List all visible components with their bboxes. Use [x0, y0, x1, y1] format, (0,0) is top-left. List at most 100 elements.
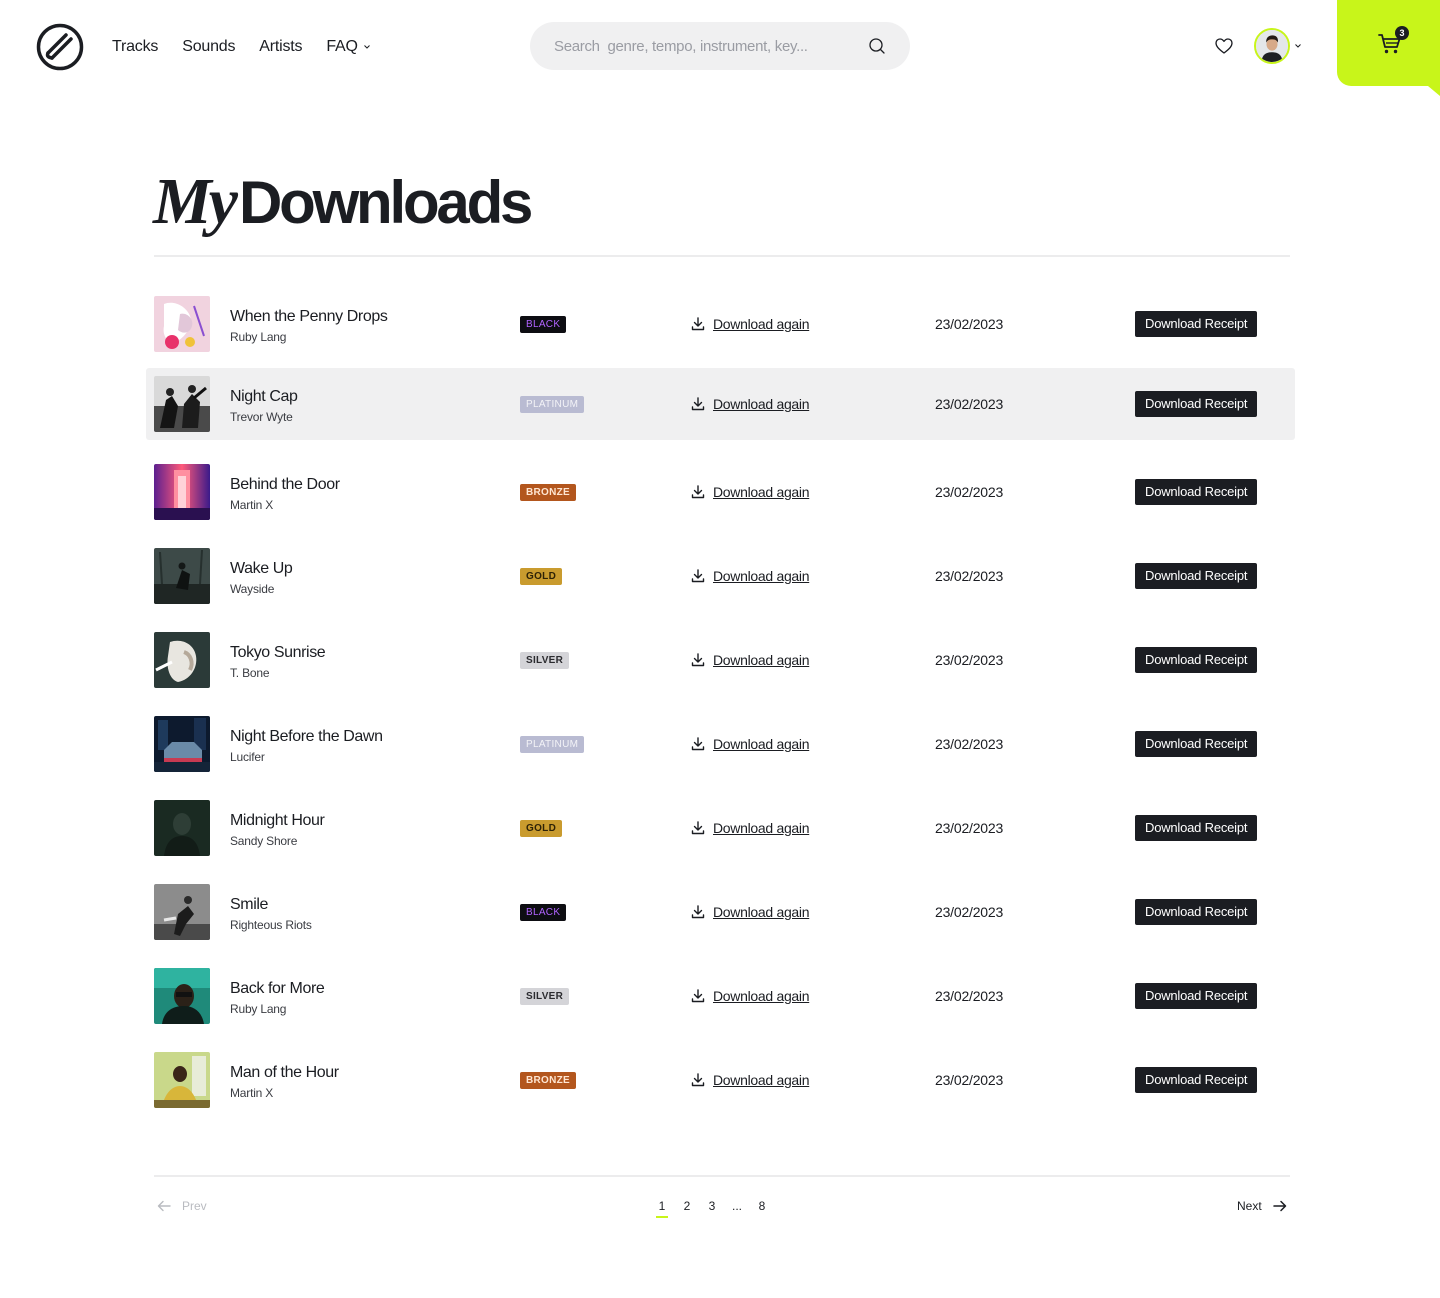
download-again-link[interactable]: Download again [690, 316, 810, 332]
track-title[interactable]: When the Penny Drops [230, 308, 388, 326]
download-receipt-button[interactable]: Download Receipt [1135, 647, 1258, 673]
track-title[interactable]: Night Cap [230, 388, 298, 406]
track-title[interactable]: Behind the Door [230, 476, 340, 494]
page-ellipsis: ... [731, 1199, 742, 1213]
download-again-link[interactable]: Download again [690, 820, 810, 836]
cover-art[interactable] [154, 632, 210, 688]
purchase-date: 23/02/2023 [935, 568, 1004, 584]
track-artist[interactable]: Ruby Lang [230, 1002, 286, 1016]
track-artist[interactable]: Righteous Riots [230, 918, 312, 932]
page-8[interactable]: 8 [756, 1198, 768, 1218]
next-page-button[interactable]: Next [1237, 1198, 1288, 1214]
download-receipt-button[interactable]: Download Receipt [1135, 899, 1258, 925]
track-artist[interactable]: Martin X [230, 498, 273, 512]
track-title[interactable]: Back for More [230, 980, 325, 998]
download-icon [691, 397, 705, 411]
download-icon [691, 653, 705, 667]
cover-art-image [154, 464, 210, 520]
download-again-label: Download again [713, 988, 810, 1004]
cover-art[interactable] [154, 800, 210, 856]
download-receipt-button[interactable]: Download Receipt [1135, 983, 1258, 1009]
nav-sounds[interactable]: Sounds [182, 37, 235, 57]
license-tier-badge: BRONZE [520, 484, 577, 501]
download-again-link[interactable]: Download again [690, 484, 810, 500]
track-title[interactable]: Night Before the Dawn [230, 728, 383, 746]
chevron-down-icon [1295, 44, 1301, 48]
track-artist[interactable]: Lucifer [230, 750, 265, 764]
download-again-link[interactable]: Download again [690, 396, 810, 412]
download-icon [691, 317, 705, 331]
cover-art[interactable] [154, 464, 210, 520]
track-artist[interactable]: Wayside [230, 582, 274, 596]
track-artist[interactable]: Ruby Lang [230, 330, 286, 344]
purchase-date: 23/02/2023 [935, 988, 1004, 1004]
track-artist[interactable]: Sandy Shore [230, 834, 297, 848]
user-menu[interactable] [1254, 28, 1302, 64]
cover-art-image [154, 716, 210, 772]
prev-page-button[interactable]: Prev [156, 1198, 207, 1214]
cover-art[interactable] [154, 884, 210, 940]
table-row: Midnight Hour Sandy Shore GOLD Download … [146, 792, 1295, 876]
download-again-label: Download again [713, 484, 810, 500]
table-row: Behind the Door Martin X BRONZE Download… [146, 456, 1295, 540]
track-artist[interactable]: Martin X [230, 1086, 273, 1100]
table-row: Wake Up Wayside GOLD Download again 23/0… [146, 540, 1295, 624]
cart-button[interactable]: 3 [1337, 0, 1440, 86]
track-title[interactable]: Man of the Hour [230, 1064, 339, 1082]
cover-art[interactable] [154, 376, 210, 432]
nav-artists[interactable]: Artists [259, 37, 302, 57]
download-again-label: Download again [713, 652, 810, 668]
download-again-link[interactable]: Download again [690, 568, 810, 584]
brand-logo[interactable] [36, 23, 84, 71]
table-row: Man of the Hour Martin X BRONZE Download… [146, 1044, 1295, 1128]
heart-icon[interactable] [1214, 37, 1234, 55]
search-icon[interactable] [868, 37, 886, 55]
download-again-link[interactable]: Download again [690, 904, 810, 920]
cover-art[interactable] [154, 1052, 210, 1108]
download-receipt-button[interactable]: Download Receipt [1135, 563, 1258, 589]
download-again-label: Download again [713, 820, 810, 836]
download-icon [691, 485, 705, 499]
cover-art[interactable] [154, 548, 210, 604]
track-title[interactable]: Smile [230, 896, 268, 914]
cover-art-image [154, 376, 210, 432]
download-again-label: Download again [713, 568, 810, 584]
page-3[interactable]: 3 [706, 1198, 718, 1218]
cover-art[interactable] [154, 968, 210, 1024]
table-row: Smile Righteous Riots BLACK Download aga… [146, 876, 1295, 960]
download-icon [691, 737, 705, 751]
download-again-link[interactable]: Download again [690, 736, 810, 752]
download-again-link[interactable]: Download again [690, 1072, 810, 1088]
cover-art[interactable] [154, 296, 210, 352]
track-title[interactable]: Tokyo Sunrise [230, 644, 326, 662]
search-bar [530, 22, 910, 70]
track-artist[interactable]: Trevor Wyte [230, 410, 293, 424]
page-2[interactable]: 2 [681, 1198, 693, 1218]
purchase-date: 23/02/2023 [935, 316, 1004, 332]
download-again-link[interactable]: Download again [690, 988, 810, 1004]
page-title-italic: My [153, 165, 238, 238]
download-receipt-button[interactable]: Download Receipt [1135, 311, 1258, 337]
search-input[interactable] [530, 37, 850, 55]
download-icon [691, 821, 705, 835]
nav-tracks[interactable]: Tracks [112, 37, 158, 57]
cover-art-image [154, 1052, 210, 1108]
download-receipt-button[interactable]: Download Receipt [1135, 815, 1258, 841]
download-receipt-button[interactable]: Download Receipt [1135, 479, 1258, 505]
download-receipt-button[interactable]: Download Receipt [1135, 1067, 1258, 1093]
track-title[interactable]: Wake Up [230, 560, 293, 578]
download-again-label: Download again [713, 316, 810, 332]
download-again-label: Download again [713, 396, 810, 412]
pagination: 1 2 3 ... 8 [656, 1198, 781, 1218]
download-receipt-button[interactable]: Download Receipt [1135, 391, 1258, 417]
nav-faq[interactable]: FAQ [326, 37, 370, 57]
cover-art-image [154, 968, 210, 1024]
page-1[interactable]: 1 [656, 1198, 668, 1218]
download-icon [691, 569, 705, 583]
cover-art[interactable] [154, 716, 210, 772]
download-receipt-button[interactable]: Download Receipt [1135, 731, 1258, 757]
download-again-link[interactable]: Download again [690, 652, 810, 668]
track-title[interactable]: Midnight Hour [230, 812, 325, 830]
license-tier-badge: SILVER [520, 988, 570, 1005]
track-artist[interactable]: T. Bone [230, 666, 269, 680]
